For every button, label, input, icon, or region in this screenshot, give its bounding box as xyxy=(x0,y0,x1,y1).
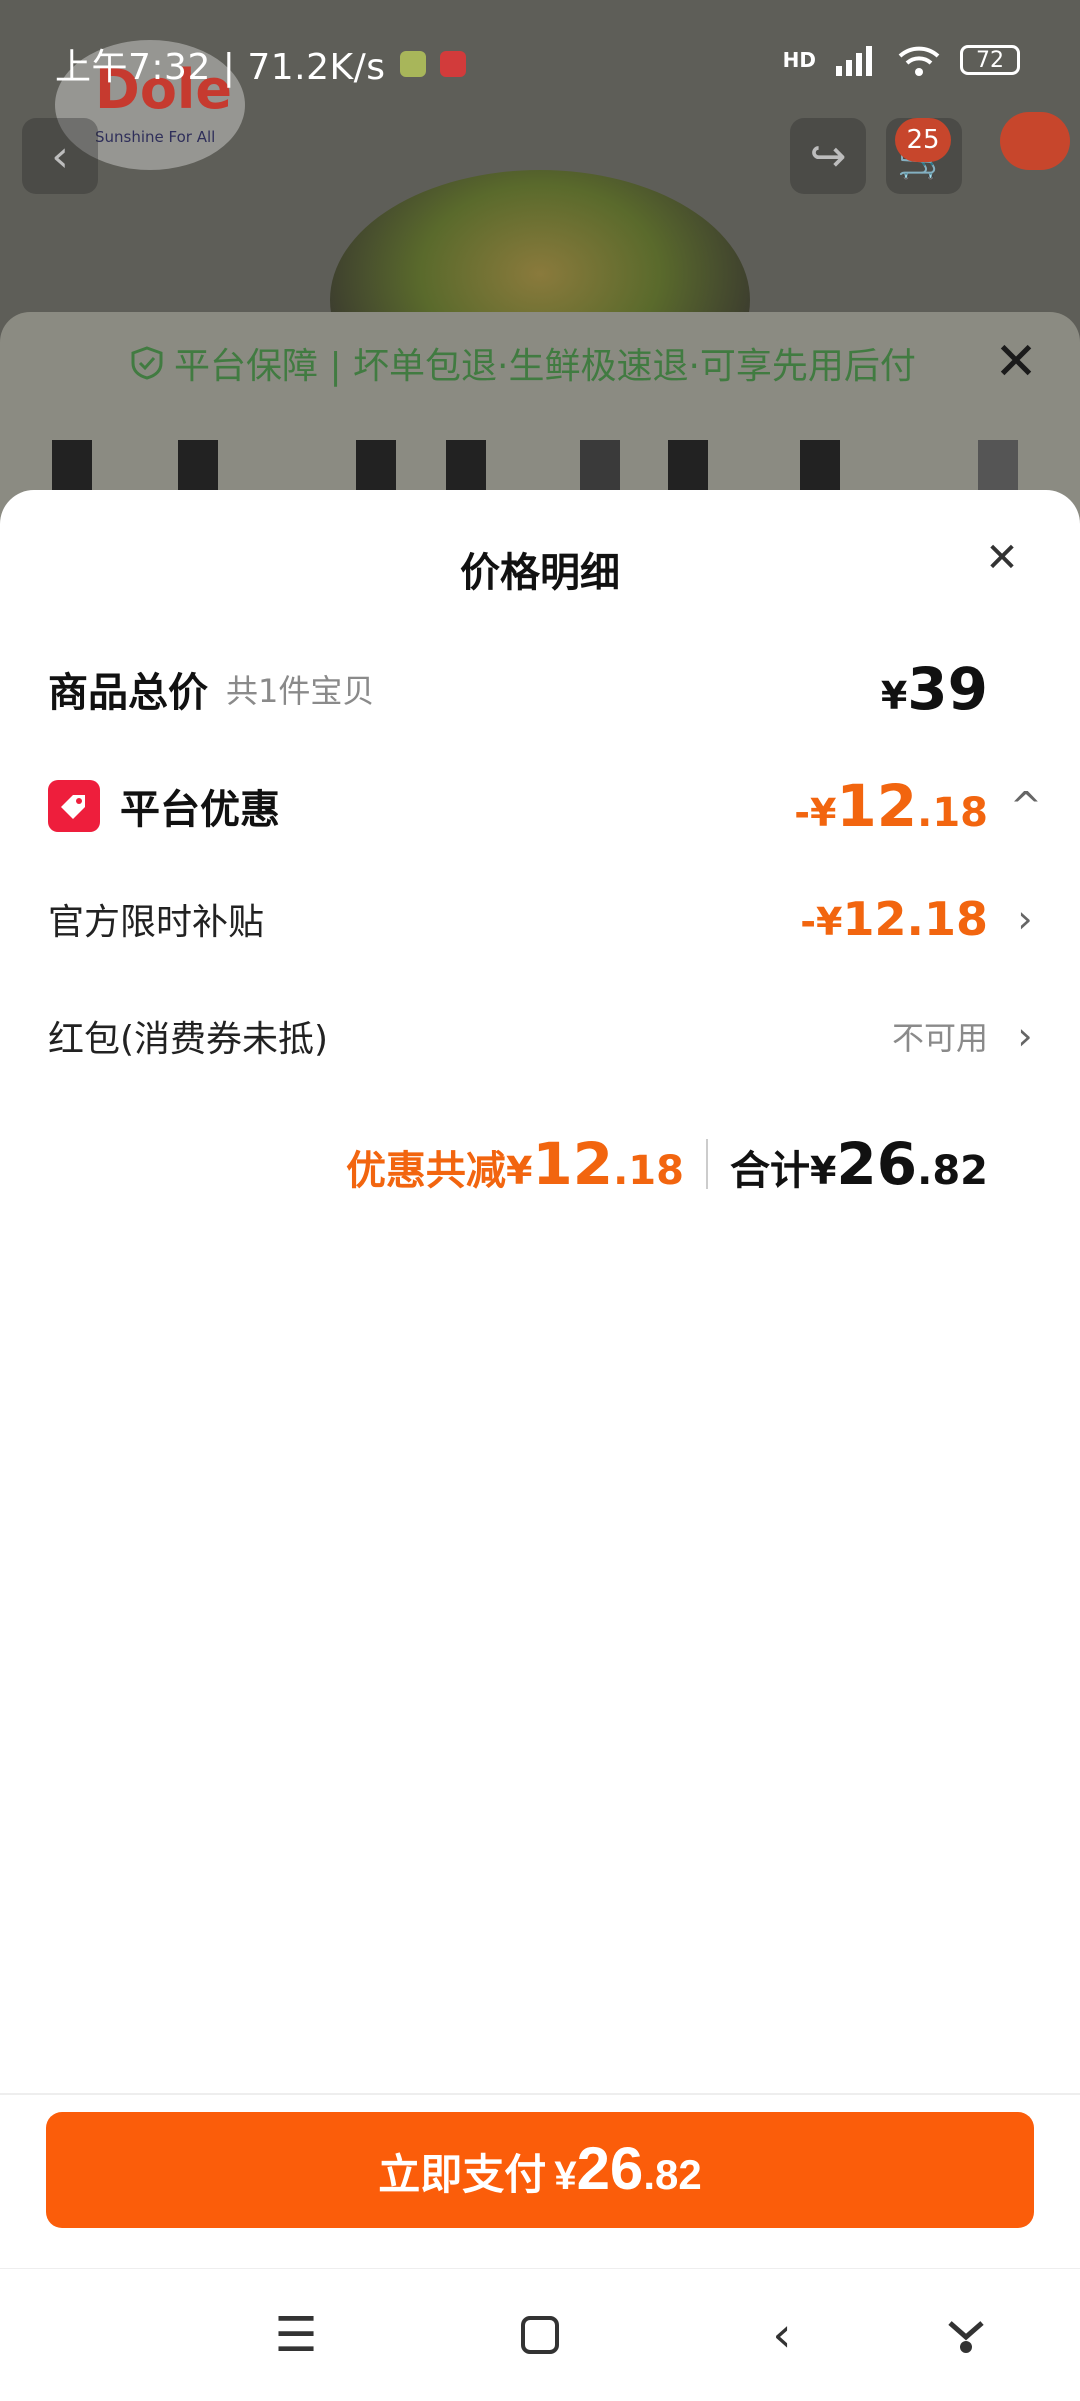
platform-discount-label: 平台优惠 xyxy=(120,787,280,833)
row-platform-discount[interactable]: 平台优惠 - ¥ 12 .18 ^ xyxy=(48,772,1042,840)
chevron-left-icon: ‹ xyxy=(51,130,69,182)
cart-count-badge: 25 xyxy=(895,118,951,162)
network-hd-label: HD xyxy=(782,48,816,72)
obscured-strip xyxy=(0,440,1080,490)
yen-symbol: ¥ xyxy=(809,1149,837,1193)
red-packet-label: 红包(消费券未抵) xyxy=(48,1019,329,1060)
discount-total-dec: .18 xyxy=(613,1148,684,1194)
summary-divider xyxy=(705,1139,708,1189)
discount-total-label: 优惠共减 xyxy=(345,1148,506,1194)
official-subsidy-label: 官方限时补贴 xyxy=(48,902,265,943)
wifi-icon xyxy=(898,46,940,76)
yen-symbol: ¥ xyxy=(554,2154,577,2198)
shield-icon xyxy=(131,346,163,380)
official-subsidy-value: - ¥ 12 .18 xyxy=(800,892,988,946)
grand-total-dec: .82 xyxy=(917,1148,988,1194)
yen-symbol: ¥ xyxy=(816,900,843,944)
chevron-up-icon: ^ xyxy=(1010,784,1042,828)
red-packet-value: 不可用 xyxy=(891,1019,988,1057)
yen-symbol: ¥ xyxy=(809,791,837,835)
footer-divider xyxy=(0,2093,1080,2095)
grand-total-label: 合计 xyxy=(729,1148,810,1194)
platform-discount-int: 12 xyxy=(836,772,918,840)
share-icon: ↪ xyxy=(809,130,847,182)
discount-total-int: 12 xyxy=(532,1130,614,1198)
guarantee-close-button[interactable]: ✕ xyxy=(992,336,1040,388)
row-goods-total: 商品总价 共1件宝贝 ¥ 39 xyxy=(48,655,1040,723)
sheet-title: 价格明细 xyxy=(460,550,620,596)
app-notification-icon-2 xyxy=(439,51,466,77)
status-bar: 上午7:32 | 71.2K/s HD 72 xyxy=(0,0,1080,96)
chevron-left-icon: ‹ xyxy=(772,2307,792,2363)
goods-total-label: 商品总价 xyxy=(48,670,208,716)
pay-now-button[interactable]: 立即支付 ¥ 26 .82 xyxy=(46,2112,1034,2228)
chevron-right-icon: › xyxy=(1017,897,1033,941)
row-official-subsidy[interactable]: 官方限时补贴 - ¥ 12 .18 › xyxy=(48,892,1040,946)
menu-icon: ☰ xyxy=(274,2307,318,2363)
tag-icon xyxy=(48,780,100,832)
minus-sign: - xyxy=(794,791,810,835)
official-subsidy-int: 12 xyxy=(842,892,907,946)
assistant-button[interactable] xyxy=(936,2305,996,2365)
platform-discount-value: - ¥ 12 .18 xyxy=(794,772,988,840)
guarantee-label: 平台保障 | 坏单包退·生鲜极速退·可享先用后付 xyxy=(174,346,916,387)
status-time-speed: 上午7:32 | 71.2K/s xyxy=(55,47,386,88)
platform-discount-dec: .18 xyxy=(917,790,988,836)
goods-count-label: 共1件宝贝 xyxy=(226,672,375,710)
close-icon: ✕ xyxy=(994,332,1038,392)
message-button[interactable] xyxy=(1000,112,1070,170)
menu-button[interactable]: ☰ xyxy=(266,2305,326,2365)
chevron-right-icon: › xyxy=(1017,1014,1033,1058)
price-summary: 优惠共减 ¥ 12 .18 合计 ¥ 26 .82 xyxy=(346,1130,988,1198)
back-button[interactable]: ‹ xyxy=(22,118,98,194)
system-navigation-bar: ☰ ‹ xyxy=(0,2268,1080,2401)
yen-symbol: ¥ xyxy=(505,1149,533,1193)
close-icon: ✕ xyxy=(985,535,1019,581)
battery-icon: 72 xyxy=(960,45,1020,75)
sheet-close-button[interactable]: ✕ xyxy=(978,534,1026,582)
yen-symbol: ¥ xyxy=(880,674,908,718)
guarantee-text: 平台保障 | 坏单包退·生鲜极速退·可享先用后付 xyxy=(130,337,916,389)
minus-sign: - xyxy=(800,900,817,944)
app-notification-icon xyxy=(399,51,426,77)
goods-total-value: ¥ 39 xyxy=(881,655,988,723)
row-red-packet[interactable]: 红包(消费券未抵) 不可用 › xyxy=(48,1010,1040,1062)
assistant-icon xyxy=(948,2321,984,2353)
battery-level: 72 xyxy=(976,47,1004,73)
pay-amount-int: 26 xyxy=(576,2135,644,2202)
brand-logo-slogan: Sunshine For All xyxy=(95,128,216,146)
home-button[interactable] xyxy=(510,2305,570,2365)
signal-icon xyxy=(836,46,872,76)
share-button[interactable]: ↪ xyxy=(790,118,866,194)
home-icon xyxy=(521,2316,559,2354)
goods-total-amount: 39 xyxy=(907,655,988,723)
back-system-button[interactable]: ‹ xyxy=(752,2305,812,2365)
pay-button-label: 立即支付 xyxy=(378,2151,547,2198)
pay-amount-dec: .82 xyxy=(643,2151,702,2198)
official-subsidy-dec: .18 xyxy=(906,892,989,946)
grand-total-int: 26 xyxy=(836,1130,918,1198)
